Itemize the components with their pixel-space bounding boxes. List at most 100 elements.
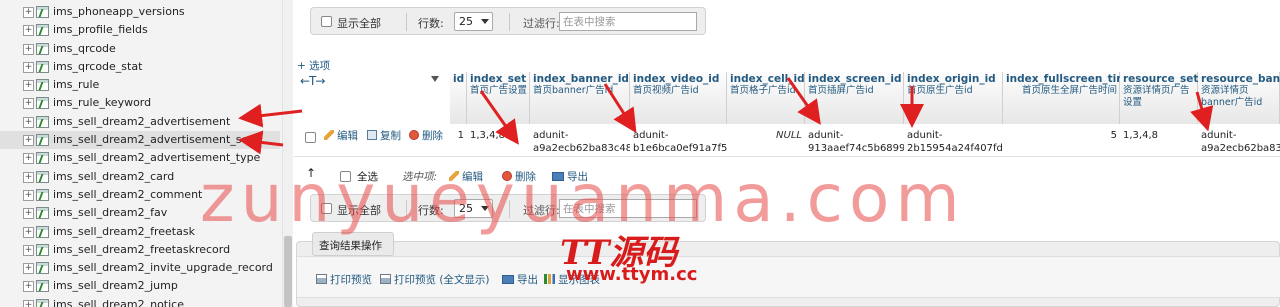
sidebar-table-item[interactable]: + ims_sell_dream2_invite_upgrade_record [0,259,280,277]
show-all-label[interactable]: 显示全部 [337,202,381,218]
column-name[interactable]: id [453,73,464,85]
print-preview-full-link[interactable]: 打印预览 (全文显示) [380,272,490,287]
expand-icon[interactable]: + [23,61,34,73]
sidebar-table-item[interactable]: + ims_sell_dream2_card [0,168,280,186]
expand-icon[interactable]: + [23,116,34,128]
sidebar-table-name[interactable]: ims_sell_dream2_freetask [53,223,195,241]
sidebar-table-item[interactable]: + ims_sell_dream2_advertisement_set [0,131,280,150]
expand-icon[interactable]: + [23,135,34,147]
sort-caret-icon[interactable] [431,76,439,82]
column-header[interactable]: index_cell_id 首页格子广告id [727,72,805,124]
nav-scrollbar[interactable] [282,0,293,307]
sidebar-table-item[interactable]: + ims_sell_dream2_notice [0,296,280,307]
nav-scrollbar-thumb[interactable] [284,236,292,307]
sidebar-table-name[interactable]: ims_rule [53,76,99,94]
expand-icon[interactable]: + [23,244,34,256]
sidebar-table-item[interactable]: + ims_phoneapp_versions [0,3,280,21]
sidebar-table-name[interactable]: ims_sell_dream2_advertisement [53,113,230,131]
column-name[interactable]: index_banner_id [533,73,629,85]
selected-export-button[interactable]: 导出 [552,169,588,184]
sidebar-table-item[interactable]: + ims_sell_dream2_comment [0,186,280,204]
column-header[interactable]: index_screen_id 首页插屏广告id [805,72,904,124]
column-name[interactable]: resource_set [1123,73,1198,85]
sidebar-table-item[interactable]: + ims_sell_dream2_fav [0,204,280,222]
expand-icon[interactable]: + [23,153,34,165]
column-header[interactable]: id [450,72,467,124]
sidebar-table-name[interactable]: ims_sell_dream2_fav [53,204,167,222]
table-cell[interactable]: adunit- 2b15954a24f407fd [904,127,1003,157]
column-header[interactable]: index_set 首页广告设置 [467,72,530,124]
column-name[interactable]: index_video_id [633,73,724,85]
options-link[interactable]: + 选项 [297,58,330,73]
selected-delete-button[interactable]: 删除 [502,169,536,184]
sidebar-table-name[interactable]: ims_phoneapp_versions [53,3,185,21]
column-header[interactable]: index_origin_id 首页原生广告id [904,72,1003,124]
filter-rows-input[interactable] [559,199,697,218]
sidebar-table-name[interactable]: ims_sell_dream2_invite_upgrade_record [53,259,273,277]
table-cell[interactable]: adunit- 913aaef74c5b6899 [805,127,904,157]
rows-select[interactable]: 25 [454,199,493,218]
sidebar-table-item[interactable]: + ims_sell_dream2_freetask [0,223,280,241]
column-name[interactable]: index_set [470,73,527,85]
row-copy-link[interactable]: 复制 [367,128,401,143]
sidebar-table-name[interactable]: ims_sell_dream2_jump [53,277,178,295]
column-header[interactable]: index_fullscreen_time 首页原生全屏广告时间 [1003,72,1134,124]
expand-icon[interactable]: + [23,7,34,18]
sidebar-table-name[interactable]: ims_sell_dream2_advertisement_set [53,131,253,149]
row-edit-link[interactable]: 编辑 [324,128,358,143]
expand-icon[interactable]: + [23,299,34,307]
sidebar-table-item[interactable]: + ims_rule_keyword [0,94,280,112]
sidebar-table-name[interactable]: ims_sell_dream2_advertisement_type [53,149,260,167]
sidebar-table-name[interactable]: ims_qrcode_stat [53,58,142,76]
column-header[interactable]: index_video_id 首页视频广告id [630,72,727,124]
expand-icon[interactable]: + [23,98,34,110]
sidebar-table-item[interactable]: + ims_sell_dream2_freetaskrecord [0,241,280,259]
column-name[interactable]: index_screen_id [808,73,901,85]
sidebar-table-name[interactable]: ims_qrcode [53,40,116,58]
filter-rows-input[interactable] [559,12,697,31]
rows-select[interactable]: 25 [454,12,493,31]
table-cell[interactable]: 1 [450,127,467,157]
sidebar-table-name[interactable]: ims_sell_dream2_card [53,168,174,186]
sidebar-table-name[interactable]: ims_rule_keyword [53,94,151,112]
row-checkbox[interactable] [305,132,316,143]
table-cell[interactable]: adunit-b1e6bca0ef91a7f5 [630,127,727,157]
sidebar-table-item[interactable]: + ims_sell_dream2_advertisement [0,113,280,131]
display-chart-link[interactable]: 显示图表 [544,272,600,287]
column-name[interactable]: index_cell_id [730,73,805,85]
row-delete-link[interactable]: 删除 [409,128,443,143]
export-link[interactable]: 导出 [502,272,538,287]
table-cell[interactable]: 1,3,4,8 [1120,127,1198,157]
sidebar-table-item[interactable]: + ims_profile_fields [0,21,280,39]
show-all-checkbox[interactable] [321,203,332,214]
sidebar-table-item[interactable]: + ims_rule [0,76,280,94]
column-header[interactable]: index_banner_id 首页banner广告id [530,72,630,124]
show-all-label[interactable]: 显示全部 [337,15,381,31]
column-header[interactable]: resource_banne资源详情页banner广告id [1198,72,1280,124]
sidebar-table-name[interactable]: ims_sell_dream2_comment [53,186,202,204]
column-name[interactable]: index_origin_id [907,73,1000,85]
sidebar-table-item[interactable]: + ims_sell_dream2_jump [0,277,280,295]
select-all-checkbox[interactable] [340,171,351,182]
table-cell[interactable]: 1,3,4,8 [467,127,530,157]
expand-icon[interactable]: + [23,80,34,92]
table-cell[interactable]: 5 [1003,127,1120,157]
sidebar-table-name[interactable]: ims_sell_dream2_freetaskrecord [53,241,230,259]
expand-icon[interactable]: + [23,43,34,55]
sidebar-table-name[interactable]: ims_profile_fields [53,21,148,39]
table-cell[interactable]: adunit-a9a2ecb62ba83c [1198,127,1280,157]
column-name[interactable]: resource_banne [1201,73,1280,85]
expand-icon[interactable]: + [23,208,34,220]
expand-icon[interactable]: + [23,171,34,183]
expand-icon[interactable]: + [23,226,34,238]
table-cell[interactable]: NULL [727,127,805,157]
table-cell[interactable]: adunit-a9a2ecb62ba83c48 [530,127,630,157]
sidebar-table-item[interactable]: + ims_sell_dream2_advertisement_type [0,149,280,167]
print-preview-link[interactable]: 打印预览 [316,272,372,287]
column-arrows-icon[interactable]: ←T→ [300,74,325,88]
expand-icon[interactable]: + [23,263,34,275]
sidebar-table-item[interactable]: + ims_qrcode [0,40,280,58]
select-all-label[interactable]: 全选 [357,169,378,184]
expand-icon[interactable]: + [23,281,34,293]
column-header[interactable]: resource_set 资源详情页广告设置 [1120,72,1198,124]
